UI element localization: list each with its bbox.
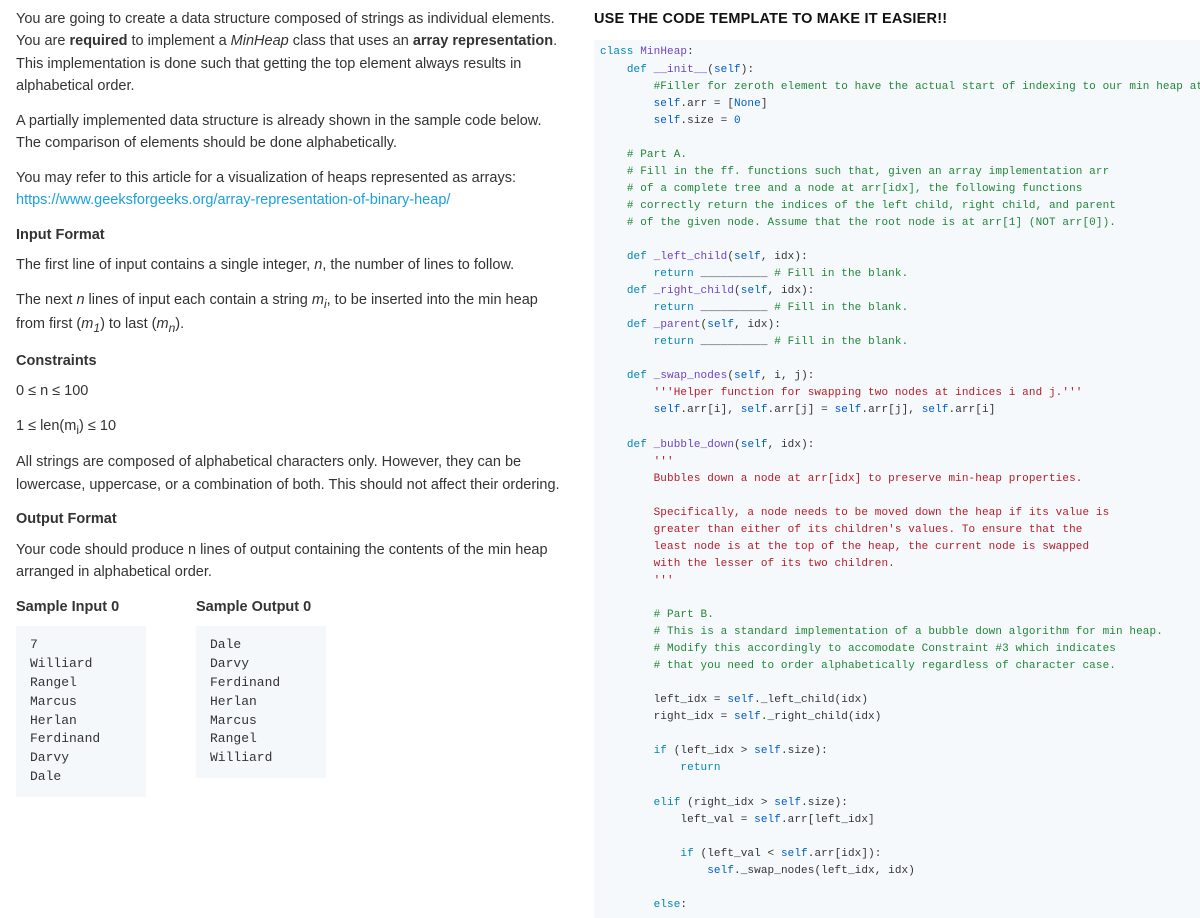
sample-input-box: 7 Williard Rangel Marcus Herlan Ferdinan… — [16, 626, 146, 797]
sample-output-box: Dale Darvy Ferdinand Herlan Marcus Range… — [196, 626, 326, 778]
page-root: You are going to create a data structure… — [0, 0, 1200, 918]
use-template-banner: USE THE CODE TEMPLATE TO MAKE IT EASIER!… — [594, 8, 1200, 30]
constraint-2: 1 ≤ len(mi) ≤ 10 — [16, 415, 568, 440]
sample-output-heading: Sample Output 0 — [196, 596, 326, 618]
sample-input-heading: Sample Input 0 — [16, 596, 146, 618]
input-format-heading: Input Format — [16, 224, 568, 246]
sample-output-col: Sample Output 0 Dale Darvy Ferdinand Her… — [196, 596, 326, 797]
intro-paragraph-2: A partially implemented data structure i… — [16, 110, 568, 155]
constraints-heading: Constraints — [16, 350, 568, 372]
output-format-text: Your code should produce n lines of outp… — [16, 539, 568, 584]
code-template-column: USE THE CODE TEMPLATE TO MAKE IT EASIER!… — [594, 8, 1200, 918]
reference-link[interactable]: https://www.geeksforgeeks.org/array-repr… — [16, 192, 450, 208]
reference-text: You may refer to this article for a visu… — [16, 170, 516, 186]
constraint-1: 0 ≤ n ≤ 100 — [16, 380, 568, 402]
input-format-line1: The first line of input contains a singl… — [16, 254, 568, 276]
sample-input-col: Sample Input 0 7 Williard Rangel Marcus … — [16, 596, 146, 797]
problem-statement: You are going to create a data structure… — [16, 8, 568, 918]
intro-paragraph-1: You are going to create a data structure… — [16, 8, 568, 98]
output-format-heading: Output Format — [16, 508, 568, 530]
sample-io-row: Sample Input 0 7 Williard Rangel Marcus … — [16, 596, 568, 797]
reference-paragraph: You may refer to this article for a visu… — [16, 167, 568, 212]
code-content: class MinHeap: def __init__(self): #Fill… — [600, 44, 1200, 913]
constraint-3: All strings are composed of alphabetical… — [16, 451, 568, 496]
code-editor[interactable]: class MinHeap: def __init__(self): #Fill… — [594, 40, 1200, 917]
input-format-line2: The next n lines of input each contain a… — [16, 289, 568, 338]
